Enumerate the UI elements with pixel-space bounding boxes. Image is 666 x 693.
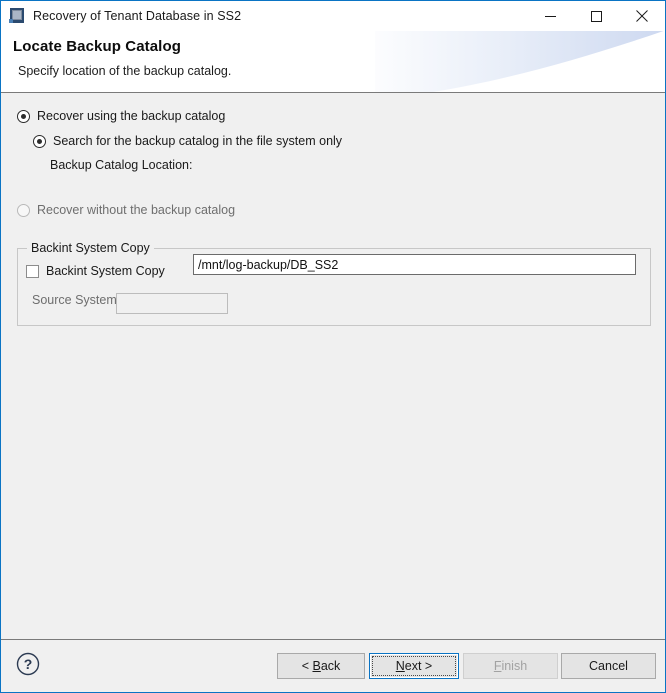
minimize-icon [544,15,556,17]
svg-text:?: ? [24,656,33,672]
backint-group-title: Backint System Copy [27,241,154,255]
radio-recover-without-catalog-label: Recover without the backup catalog [37,203,236,217]
checkbox-backint-system-copy-label: Backint System Copy [46,264,165,278]
source-system-input[interactable] [116,293,228,314]
wizard-header: Locate Backup Catalog Specify location o… [1,31,665,93]
radio-recover-using-catalog-label: Recover using the backup catalog [37,109,226,123]
wizard-window: Recovery of Tenant Database in SS2 Locat… [0,0,666,693]
next-button-label: Next > [395,659,433,673]
wizard-footer: ? < Back Next > Finish Cancel [1,639,665,692]
minimize-button[interactable] [527,1,573,31]
next-button[interactable]: Next > [369,653,459,679]
title-bar: Recovery of Tenant Database in SS2 [1,1,665,31]
checkbox-backint-system-copy[interactable]: Backint System Copy [26,264,165,278]
window-title: Recovery of Tenant Database in SS2 [33,9,242,23]
window-controls [527,1,665,31]
radio-indicator [33,134,46,148]
close-icon [636,10,648,22]
header-swoosh-decoration [375,31,664,92]
radio-indicator [17,203,30,217]
backint-system-copy-group: Backint System Copy Backint System Copy … [17,241,651,326]
page-subtitle: Specify location of the backup catalog. [18,64,232,78]
radio-indicator [17,109,30,123]
finish-button[interactable]: Finish [463,653,558,679]
back-button-label: < Back [301,659,341,673]
catalog-location-row: Backup Catalog Location: [50,158,200,172]
wizard-body: Recover using the backup catalog Search … [1,93,665,639]
maximize-button[interactable] [573,1,619,31]
maximize-icon [590,10,602,22]
cancel-button-label: Cancel [589,659,628,673]
radio-recover-using-catalog[interactable]: Recover using the backup catalog [17,109,225,123]
cancel-button[interactable]: Cancel [561,653,656,679]
source-system-label: Source System: [32,293,121,307]
radio-search-file-system-only[interactable]: Search for the backup catalog in the fil… [33,134,342,148]
finish-button-label: Finish [493,659,528,673]
radio-search-file-system-only-label: Search for the backup catalog in the fil… [53,134,343,148]
database-window-icon [9,8,25,24]
source-system-row: Source System: [32,293,128,307]
help-question-icon[interactable]: ? [16,652,40,676]
catalog-location-label: Backup Catalog Location: [50,158,193,172]
checkbox-indicator [26,264,39,278]
page-title: Locate Backup Catalog [13,38,181,55]
close-button[interactable] [619,1,665,31]
back-button[interactable]: < Back [277,653,365,679]
radio-recover-without-catalog[interactable]: Recover without the backup catalog [17,203,235,217]
